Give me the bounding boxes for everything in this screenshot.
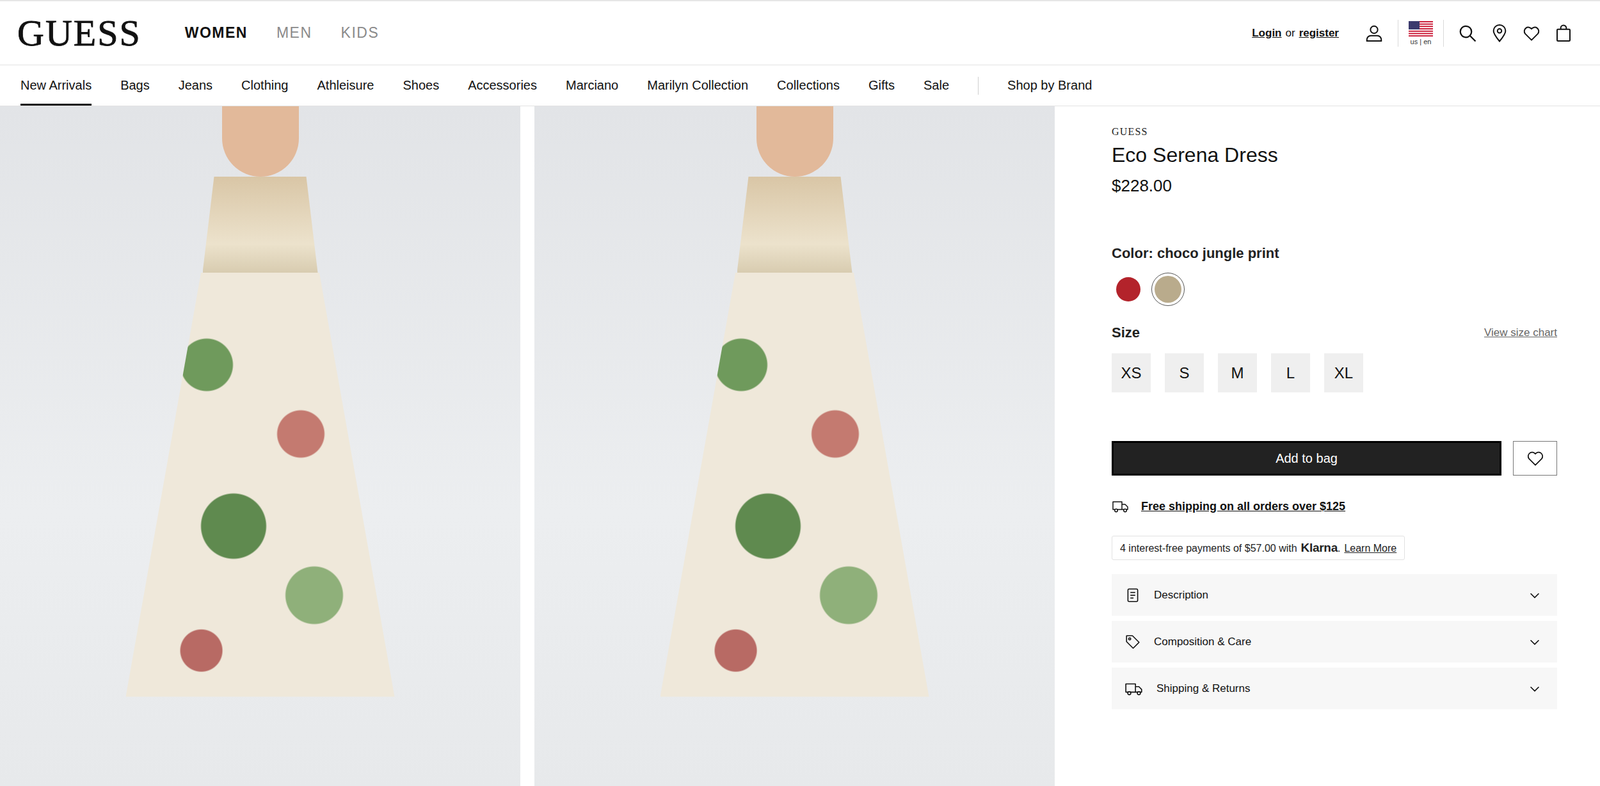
dress-skirt [126, 272, 395, 734]
accordion-item[interactable]: Shipping & Returns [1111, 667, 1558, 710]
truck-icon [1124, 680, 1144, 697]
size-option[interactable]: M [1217, 353, 1257, 393]
product-brand: GUESS [1111, 125, 1558, 139]
category-link[interactable]: Marilyn Collection [647, 65, 749, 106]
account-links: Loginorregister [1251, 26, 1339, 40]
locale-switch[interactable]: us | en [1406, 21, 1436, 46]
heart-icon [1525, 448, 1545, 468]
product-title: Eco Serena Dress [1111, 142, 1558, 168]
us-flag-icon [1408, 21, 1433, 37]
category-link[interactable]: New Arrivals [20, 65, 92, 106]
model-figure [660, 106, 930, 786]
locale-label: us | en [1410, 37, 1432, 46]
category-link[interactable]: Bags [120, 65, 150, 106]
divider [977, 76, 979, 95]
product-main: GUESS Eco Serena Dress $228.00 Color: choco… [0, 106, 1600, 786]
department-tab[interactable]: KIDS [341, 24, 380, 42]
color-name: choco jungle print [1157, 245, 1280, 262]
size-options: XS SML XL [1111, 353, 1558, 393]
size-option[interactable]: XS [1111, 353, 1151, 393]
size-option[interactable]: S [1164, 353, 1204, 393]
buy-row: Add to bag [1111, 440, 1558, 476]
login-link[interactable]: Login [1251, 26, 1282, 40]
department-tab[interactable]: WOMEN [184, 24, 248, 42]
dress-skirt [660, 272, 930, 734]
category-link[interactable]: Gifts [868, 65, 895, 106]
model-head [756, 106, 834, 177]
dress-bodice [202, 176, 319, 273]
product-page: GUESS WOMEN MEN KIDS Loginorregister us | en N… [0, 0, 1600, 786]
chevron-down-icon [1527, 681, 1542, 696]
size-option[interactable]: XL [1324, 353, 1364, 393]
accordion-list: Description Composition & Care Shipping & … [1111, 574, 1558, 710]
color-label: Color: choco jungle print [1111, 244, 1558, 263]
shipping-promo: Free shipping on all orders over $125 [1111, 494, 1558, 518]
klarna-learn-more[interactable]: Learn More [1344, 542, 1397, 555]
product-photo[interactable] [0, 106, 521, 786]
search-icon[interactable] [1457, 23, 1478, 43]
accordion-item[interactable]: Composition & Care [1111, 620, 1558, 663]
user-icon[interactable] [1364, 23, 1384, 43]
category-link[interactable]: Jeans [178, 65, 213, 106]
bag-icon[interactable] [1553, 23, 1574, 43]
or-text: or [1285, 26, 1296, 40]
accordion-label: Description [1153, 588, 1515, 602]
color-swatch[interactable] [1111, 272, 1145, 306]
heart-icon[interactable] [1521, 23, 1542, 43]
klarna-box: 4 interest-free payments of $57.00 withK… [1111, 535, 1405, 560]
register-link[interactable]: register [1299, 26, 1339, 40]
shop-by-brand-link[interactable]: Shop by Brand [1007, 65, 1092, 106]
add-to-bag-button[interactable]: Add to bag [1111, 440, 1502, 476]
shipping-link[interactable]: Free shipping on all orders over $125 [1141, 499, 1346, 514]
top-bar: GUESS WOMEN MEN KIDS Loginorregister us | en [0, 0, 1600, 66]
category-link[interactable]: Athleisure [317, 65, 375, 106]
size-chart-link[interactable]: View size chart [1484, 326, 1558, 340]
klarna-period: . [1337, 542, 1341, 555]
dress-bodice [737, 176, 853, 273]
divider [1397, 19, 1399, 47]
category-link[interactable]: Accessories [467, 65, 537, 106]
product-price: $228.00 [1111, 175, 1558, 196]
model-head [222, 106, 299, 177]
divider [1443, 19, 1444, 47]
category-link[interactable]: Marciano [565, 65, 619, 106]
klarna-logo: Klarna [1301, 540, 1338, 555]
size-option[interactable]: L [1271, 353, 1311, 393]
color-label-key: Color: [1111, 245, 1154, 262]
color-swatch[interactable] [1151, 272, 1185, 306]
klarna-text: 4 interest-free payments of $57.00 with [1120, 542, 1298, 555]
truck-icon [1111, 498, 1130, 514]
chevron-down-icon [1527, 588, 1542, 603]
swatch-fill [1116, 277, 1141, 302]
tag-icon [1124, 633, 1142, 651]
product-panel: GUESS Eco Serena Dress $228.00 Color: choco… [1068, 106, 1600, 786]
size-label: Size [1111, 323, 1140, 342]
location-pin-icon[interactable] [1489, 23, 1510, 43]
category-link[interactable]: Shoes [402, 65, 440, 106]
chevron-down-icon [1527, 634, 1542, 649]
department-tab[interactable]: MEN [276, 24, 313, 42]
wishlist-button[interactable] [1512, 440, 1558, 476]
document-icon [1124, 586, 1142, 604]
logo[interactable]: GUESS [17, 14, 142, 52]
accordion-item[interactable]: Description [1111, 574, 1558, 616]
category-link[interactable]: Collections [776, 65, 840, 106]
product-photo[interactable] [534, 106, 1055, 786]
category-link[interactable]: Clothing [241, 65, 288, 106]
accordion-label: Shipping & Returns [1156, 682, 1515, 696]
model-figure [126, 106, 395, 786]
color-swatches [1111, 272, 1558, 306]
swatch-fill [1154, 275, 1182, 303]
department-nav: WOMEN MEN KIDS [184, 24, 380, 42]
category-nav: New Arrivals Bags Jeans Clothing Athleisure S… [0, 65, 1600, 107]
size-header: Size View size chart [1111, 323, 1558, 342]
accordion-label: Composition & Care [1153, 635, 1515, 649]
category-link[interactable]: Sale [923, 65, 950, 106]
